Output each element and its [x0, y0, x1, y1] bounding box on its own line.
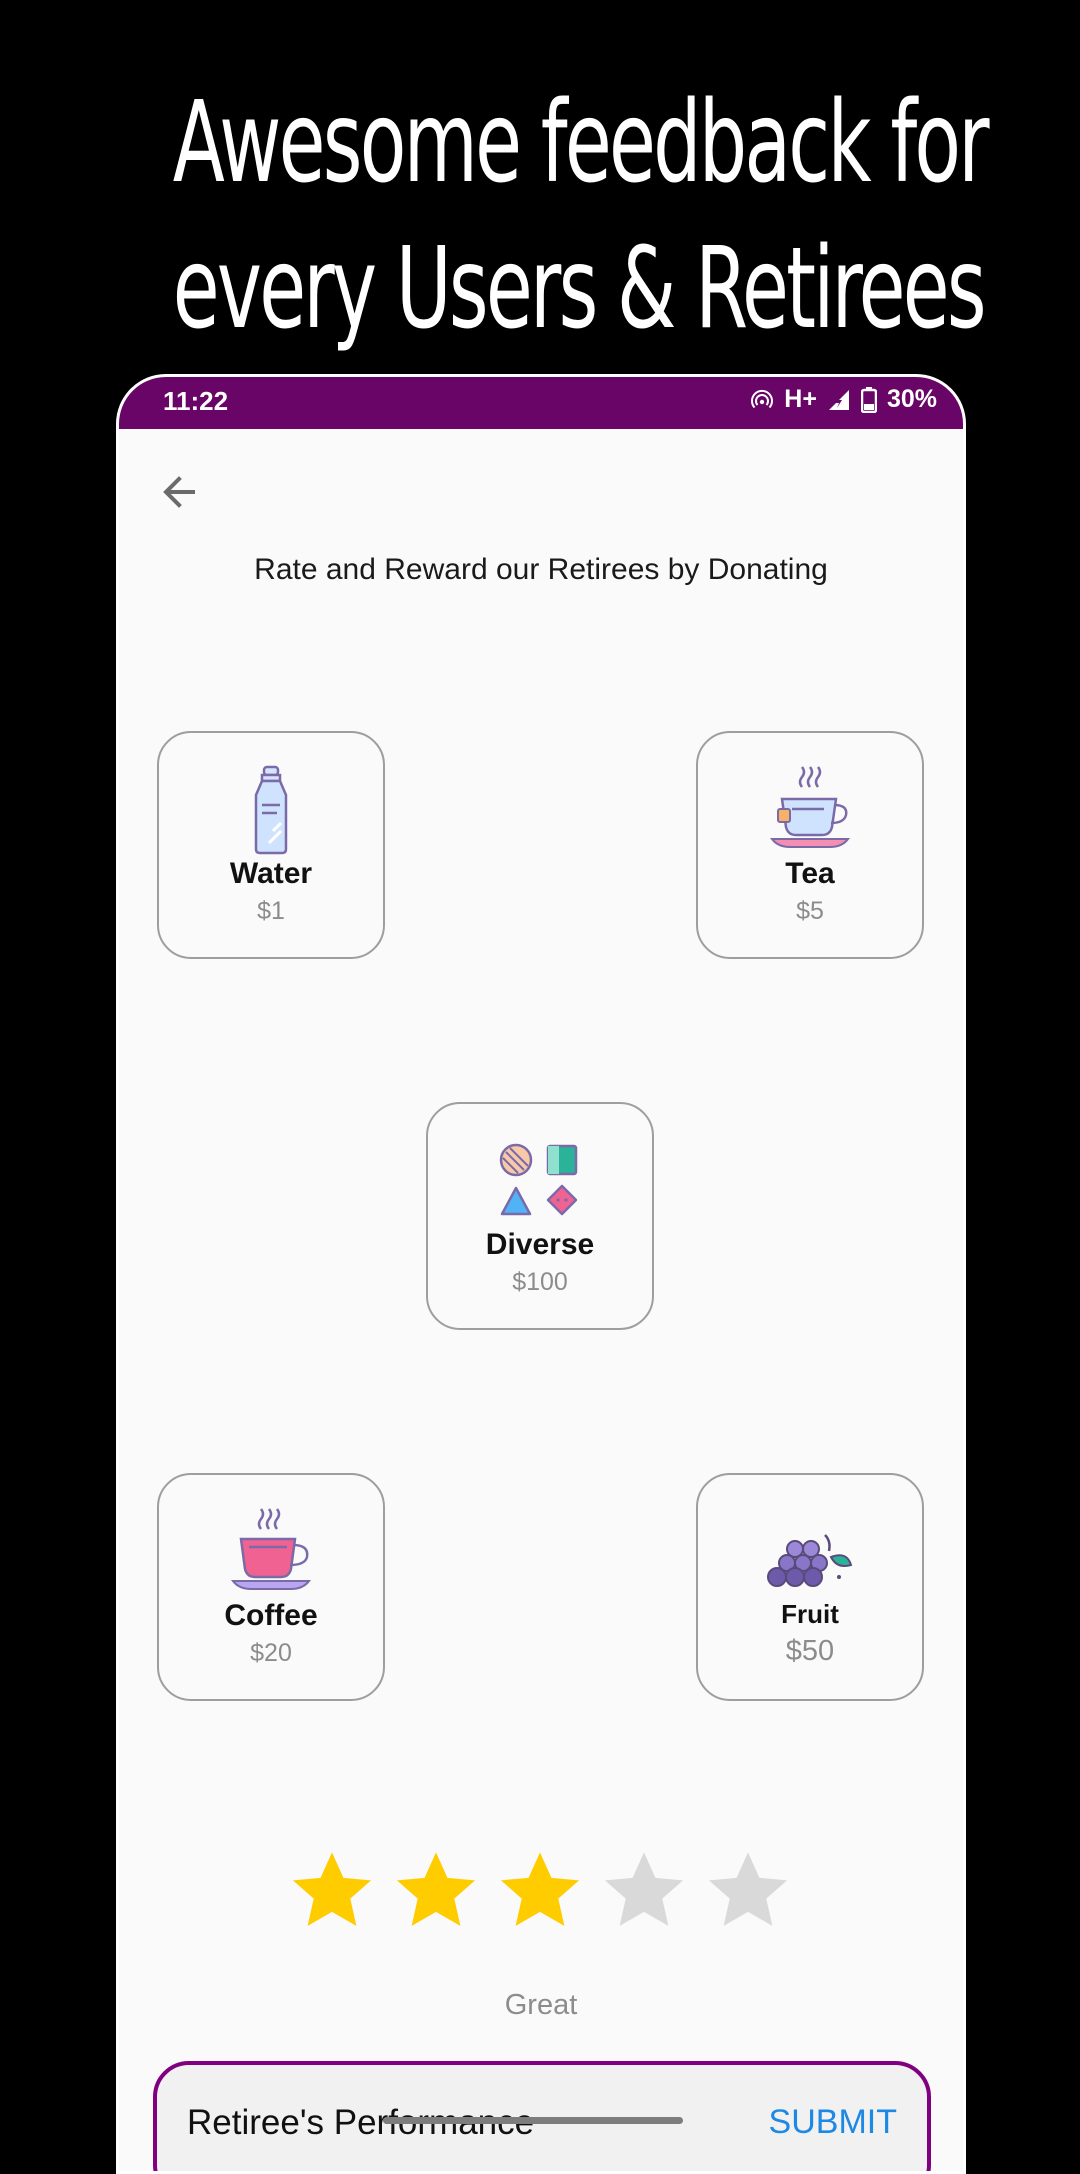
item-name: Diverse [485, 1228, 595, 1261]
item-price: $1 [257, 897, 285, 925]
star-5-icon[interactable] [705, 1847, 791, 1933]
signal-icon [828, 389, 849, 410]
submit-button[interactable]: SUBMIT [769, 2103, 897, 2142]
item-name: Coffee [224, 1599, 318, 1632]
coffee-cup-icon [230, 1508, 312, 1590]
promo-headline: Awesome feedback for every Users & Retir… [172, 70, 990, 362]
item-name: Water [229, 857, 313, 890]
grapes-icon [767, 1534, 853, 1587]
star-4-icon[interactable] [601, 1847, 687, 1933]
donation-card-coffee[interactable]: Coffee $20 [157, 1473, 385, 1701]
headline-line-1: Awesome feedback for [172, 78, 990, 208]
tea-cup-icon [769, 766, 851, 848]
donation-card-fruit[interactable]: Fruit $50 [696, 1473, 924, 1701]
battery-percent: 30% [886, 385, 937, 413]
item-name: Fruit [781, 1599, 839, 1629]
rating-label: Great [504, 1989, 578, 2021]
headline-line-2: every Users & Retirees [172, 224, 987, 354]
star-1-icon[interactable] [289, 1847, 375, 1933]
donation-card-water[interactable]: Water $1 [157, 731, 385, 959]
phone-screen: 11:22 H+ 30% Rate and Reward our Retiree… [116, 374, 966, 2174]
page-title: Rate and Reward our Retirees by Donating [254, 553, 828, 586]
shapes-icon [499, 1143, 578, 1216]
star-2-icon[interactable] [393, 1847, 479, 1933]
hotspot-icon [751, 389, 774, 408]
star-rating[interactable] [289, 1847, 791, 1933]
back-arrow-icon[interactable] [155, 467, 205, 517]
item-price: $5 [796, 897, 824, 925]
home-indicator [383, 2117, 683, 2124]
water-bottle-icon [254, 765, 288, 855]
donation-card-diverse[interactable]: Diverse $100 [426, 1102, 654, 1330]
status-bar: 11:22 H+ 30% [119, 377, 963, 429]
star-3-icon[interactable] [497, 1847, 583, 1933]
battery-icon [860, 386, 877, 413]
status-time: 11:22 [163, 386, 229, 416]
item-price: $50 [785, 1635, 835, 1667]
item-name: Tea [785, 857, 835, 890]
item-price: $100 [512, 1268, 568, 1296]
network-type: H+ [784, 385, 817, 413]
donation-card-tea[interactable]: Tea $5 [696, 731, 924, 959]
item-price: $20 [250, 1639, 292, 1667]
status-icons: H+ 30% [750, 385, 937, 414]
